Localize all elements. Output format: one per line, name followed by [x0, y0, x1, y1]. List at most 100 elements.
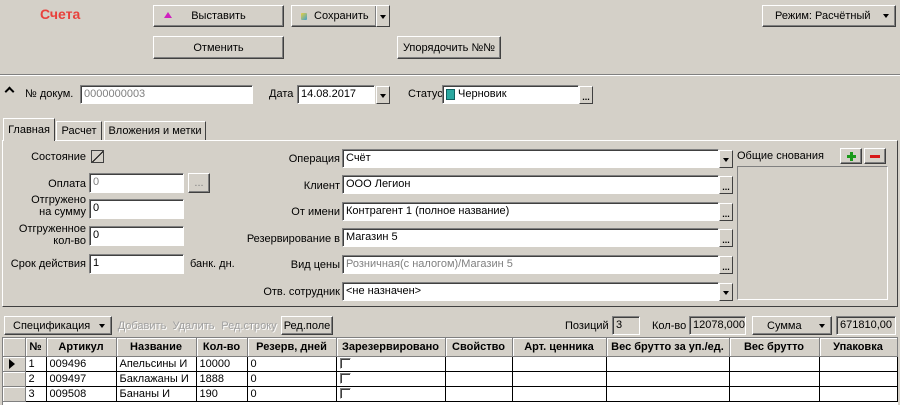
- edit-row-button[interactable]: Ред.строку: [218, 316, 280, 335]
- cell-gross-unit[interactable]: [606, 356, 730, 372]
- employee-select[interactable]: <не назначен>: [342, 282, 719, 301]
- cell-reserve[interactable]: 0: [247, 371, 337, 387]
- cell-gross-unit[interactable]: [606, 386, 730, 402]
- operation-dropdown-button[interactable]: [719, 150, 733, 168]
- cell-no[interactable]: 3: [25, 386, 47, 402]
- row-indicator[interactable]: [3, 386, 26, 402]
- reserve-ellipsis-button[interactable]: ...: [719, 229, 733, 247]
- shipped-sum-field[interactable]: 0: [89, 199, 184, 219]
- cell-article[interactable]: 009496: [46, 356, 117, 372]
- table-header[interactable]: Название: [116, 338, 197, 357]
- date-field[interactable]: 14.08.2017: [297, 85, 375, 104]
- tab-main[interactable]: Главная: [3, 118, 55, 141]
- table-header[interactable]: Упаковка: [819, 338, 898, 357]
- reserved-checkbox[interactable]: [339, 358, 351, 370]
- spec-menu-button[interactable]: Спецификация: [4, 316, 112, 335]
- cell-pack[interactable]: [819, 356, 898, 372]
- state-checkbox[interactable]: [91, 150, 104, 163]
- edit-field-label: Ред.поле: [283, 319, 331, 332]
- cell-gross-unit[interactable]: [606, 371, 730, 387]
- cell-reserved[interactable]: [336, 356, 446, 372]
- mode-select[interactable]: Режим: Расчётный: [762, 5, 896, 27]
- operation-select[interactable]: Счёт: [342, 149, 719, 168]
- table-header[interactable]: Вес брутто за уп./ед.: [606, 338, 730, 357]
- cell-name[interactable]: Апельсины И: [116, 356, 197, 372]
- payment-field[interactable]: 0: [89, 173, 184, 193]
- cell-gross[interactable]: [729, 386, 820, 402]
- shipped-sum-label-line2: на сумму: [39, 206, 86, 218]
- reserved-checkbox[interactable]: [339, 373, 351, 385]
- bases-list[interactable]: [737, 166, 888, 300]
- cell-property[interactable]: [445, 356, 513, 372]
- cell-no[interactable]: 2: [25, 371, 47, 387]
- cell-name[interactable]: Баклажаны И: [116, 371, 197, 387]
- cell-no[interactable]: 1: [25, 356, 47, 372]
- row-indicator[interactable]: [3, 356, 26, 372]
- delete-row-button[interactable]: Удалить: [170, 316, 217, 335]
- on-behalf-field[interactable]: Контрагент 1 (полное название): [342, 202, 719, 221]
- cell-gross[interactable]: [729, 356, 820, 372]
- tab-calc[interactable]: Расчет: [56, 121, 102, 140]
- cell-pack[interactable]: [819, 386, 898, 402]
- table-header[interactable]: Артикул: [46, 338, 117, 357]
- status-ellipsis-button[interactable]: ...: [579, 86, 593, 104]
- client-field[interactable]: ООО Легион: [342, 175, 719, 194]
- chevron-up-icon[interactable]: [4, 86, 15, 97]
- cell-article[interactable]: 009497: [46, 371, 117, 387]
- table-row[interactable]: 2 009497 Баклажаны И 1888 0: [3, 371, 898, 387]
- cell-reserve[interactable]: 0: [247, 386, 337, 402]
- spec-table[interactable]: № Артикул Название Кол-во Резерв, дней З…: [2, 337, 898, 405]
- cell-qty[interactable]: 10000: [196, 356, 248, 372]
- sum-select[interactable]: Сумма: [752, 316, 832, 335]
- shipped-qty-field[interactable]: 0: [89, 226, 184, 246]
- cell-qty[interactable]: 190: [196, 386, 248, 402]
- cell-reserved[interactable]: [336, 386, 446, 402]
- table-header[interactable]: Резерв, дней: [247, 338, 337, 357]
- table-header[interactable]: Свойство: [445, 338, 513, 357]
- order-numbers-button[interactable]: Упорядочить №№: [397, 36, 501, 59]
- save-button[interactable]: Сохранить: [291, 5, 377, 27]
- tab-attachments[interactable]: Вложения и метки: [104, 121, 206, 140]
- employee-dropdown-button[interactable]: [719, 283, 733, 301]
- table-row[interactable]: 1 009496 Апельсины И 10000 0: [3, 356, 898, 372]
- reserve-field[interactable]: Магазин 5: [342, 228, 719, 247]
- save-dropdown-button[interactable]: [376, 5, 390, 27]
- cell-tag-article[interactable]: [512, 386, 607, 402]
- cell-gross[interactable]: [729, 371, 820, 387]
- term-field[interactable]: 1: [89, 254, 184, 274]
- cell-property[interactable]: [445, 371, 513, 387]
- paste-button[interactable]: Выставить: [153, 5, 284, 27]
- doc-number-field[interactable]: 0000000003: [80, 85, 253, 104]
- shipped-sum-label-line1: Отгружено: [31, 194, 86, 206]
- cancel-button[interactable]: Отменить: [153, 36, 284, 59]
- table-header[interactable]: Вес брутто: [729, 338, 820, 357]
- remove-base-button[interactable]: [864, 148, 886, 164]
- cell-tag-article[interactable]: [512, 371, 607, 387]
- qty-label: Кол-во: [652, 320, 687, 332]
- reserved-checkbox[interactable]: [339, 388, 351, 400]
- add-base-button[interactable]: [840, 148, 862, 164]
- client-ellipsis-button[interactable]: ...: [719, 176, 733, 194]
- cell-name[interactable]: Бананы И: [116, 386, 197, 402]
- add-row-button[interactable]: Добавить: [115, 316, 169, 335]
- cell-tag-article[interactable]: [512, 356, 607, 372]
- cell-reserved[interactable]: [336, 371, 446, 387]
- cell-property[interactable]: [445, 386, 513, 402]
- edit-field-button[interactable]: Ред.поле: [281, 316, 333, 335]
- cell-article[interactable]: 009508: [46, 386, 117, 402]
- price-type-ellipsis-button[interactable]: ...: [719, 256, 733, 274]
- table-header[interactable]: Зарезервировано: [336, 338, 446, 357]
- date-dropdown-button[interactable]: [376, 86, 390, 104]
- table-row[interactable]: 3 009508 Бананы И 190 0: [3, 386, 898, 402]
- cell-reserve[interactable]: 0: [247, 356, 337, 372]
- cell-qty[interactable]: 1888: [196, 371, 248, 387]
- on-behalf-ellipsis-button[interactable]: ...: [719, 203, 733, 221]
- table-header[interactable]: Арт. ценника: [512, 338, 607, 357]
- price-type-field[interactable]: Розничная(с налогом)/Магазин 5: [342, 255, 719, 274]
- table-header[interactable]: №: [25, 338, 47, 357]
- table-header[interactable]: Кол-во: [196, 338, 248, 357]
- row-indicator[interactable]: [3, 371, 26, 387]
- cell-pack[interactable]: [819, 371, 898, 387]
- payment-ellipsis-button[interactable]: ...: [188, 173, 210, 193]
- status-field[interactable]: Черновик: [442, 85, 579, 104]
